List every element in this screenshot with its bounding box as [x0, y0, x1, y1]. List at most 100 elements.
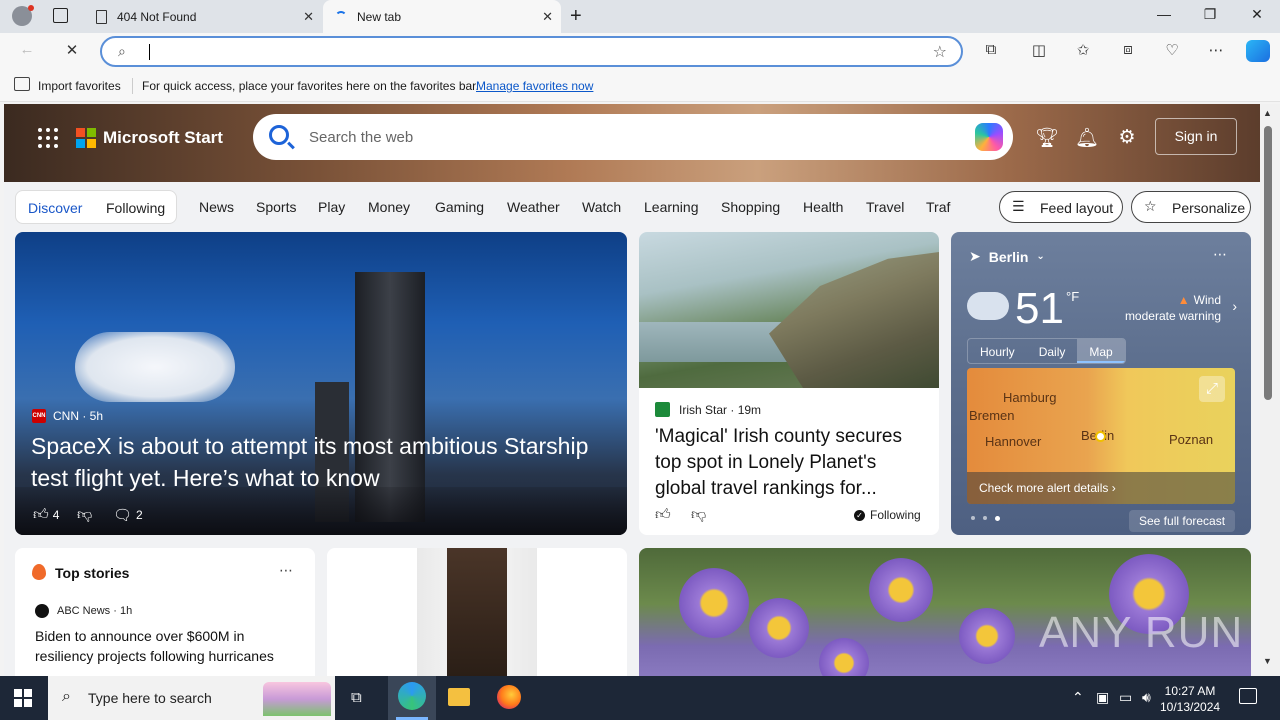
tab-strip: 404 Not Found ✕ New tab ✕ + — ❐ ✕ [0, 0, 1280, 33]
close-tab-icon[interactable]: ✕ [303, 9, 314, 25]
close-tab-icon[interactable]: ✕ [542, 9, 553, 25]
weather-card[interactable]: ➤ Berlin ⌄ ⋯ 51 °F ▲ Wind moderate warnin… [951, 232, 1251, 535]
stop-loading-icon[interactable]: ✕ [61, 41, 83, 59]
show-hidden-icons-chevron-icon[interactable]: ⌃ [1072, 689, 1084, 706]
see-full-forecast-button[interactable]: See full forecast [1129, 510, 1236, 532]
import-favorites-button[interactable]: Import favorites [38, 79, 121, 93]
article-headline[interactable]: SpaceX is about to attempt its most ambi… [31, 430, 591, 494]
volume-icon[interactable]: 🔊︎ [1142, 689, 1151, 706]
scroll-down-icon[interactable]: ▼ [1263, 656, 1272, 666]
location-selector[interactable]: ➤ Berlin ⌄ [969, 248, 1045, 265]
feed-navigation: Discover Following News Sports Play Mone… [4, 182, 1260, 232]
like-button[interactable]: 👍︎ [655, 506, 671, 524]
following-status[interactable]: ✓ Following [854, 508, 921, 522]
taskbar-search[interactable]: ⌕ Type here to search [48, 676, 335, 720]
nav-learning[interactable]: Learning [644, 199, 699, 215]
feed-layout-button[interactable]: ☰ Feed layout [999, 191, 1123, 223]
brand-title[interactable]: Microsoft Start [103, 128, 223, 148]
nav-watch[interactable]: Watch [582, 199, 621, 215]
more-menu-icon[interactable]: ⋯ [1205, 41, 1227, 59]
temperature-unit[interactable]: °F [1066, 289, 1079, 304]
nav-gaming[interactable]: Gaming [435, 199, 484, 215]
carousel-dots[interactable] [971, 516, 1000, 521]
map-label-hannover: Hannover [985, 434, 1042, 449]
tab-daily[interactable]: Daily [1027, 339, 1078, 363]
app-launcher-icon[interactable] [38, 128, 58, 148]
nav-money[interactable]: Money [368, 199, 410, 215]
tab-404-not-found[interactable]: 404 Not Found ✕ [84, 0, 322, 33]
tab-map[interactable]: Map [1077, 339, 1125, 363]
like-button[interactable]: 👍︎ 4 [33, 506, 59, 524]
system-clock[interactable]: 10:27 AM 10/13/2024 [1160, 683, 1220, 715]
nav-news[interactable]: News [199, 199, 234, 215]
notifications-bell-icon[interactable]: 🔔︎ [1074, 126, 1100, 150]
address-input[interactable] [148, 43, 908, 61]
rewards-trophy-icon[interactable]: 🏆︎ [1034, 126, 1060, 150]
settings-gear-icon[interactable]: ⚙ [1114, 126, 1140, 149]
nav-weather[interactable]: Weather [507, 199, 560, 215]
personalize-button[interactable]: ☆ Personalize [1131, 191, 1251, 223]
tab-actions-icon[interactable] [53, 8, 68, 23]
manage-favorites-link[interactable]: Manage favorites now [476, 79, 593, 93]
new-tab-icon[interactable]: + [570, 5, 582, 28]
comments-button[interactable]: 🗨︎ 2 [113, 506, 143, 524]
more-options-icon[interactable]: ⋯ [1213, 246, 1227, 263]
nav-traffic[interactable]: Traf [926, 199, 950, 215]
article-source: ABC News · 1h [35, 604, 132, 618]
notifications-icon[interactable] [1239, 688, 1257, 704]
favorite-star-icon[interactable]: ☆ [933, 42, 947, 62]
tab-title: 404 Not Found [117, 9, 197, 24]
browser-essentials-icon[interactable]: ♡ [1161, 41, 1183, 59]
collections-icon[interactable]: ⧈ [1117, 41, 1139, 58]
restore-icon[interactable]: ❐ [1198, 6, 1222, 23]
article-headline[interactable]: Biden to announce over $600M in resilien… [35, 626, 300, 666]
file-explorer-icon[interactable] [448, 688, 470, 706]
flowers-card[interactable]: ANY RUN [639, 548, 1251, 676]
nav-health[interactable]: Health [803, 199, 843, 215]
nav-sports[interactable]: Sports [256, 199, 296, 215]
expand-icon[interactable]: ⤢ [1199, 376, 1225, 402]
nav-shopping[interactable]: Shopping [721, 199, 780, 215]
chevron-right-icon[interactable]: › [1232, 298, 1237, 314]
edge-browser-icon[interactable] [398, 682, 426, 710]
alert-details-link[interactable]: Check more alert details › [967, 472, 1235, 504]
dislike-button[interactable]: 👎︎ [691, 506, 706, 524]
article-headline[interactable]: 'Magical' Irish county secures top spot … [655, 424, 930, 502]
split-screen-icon[interactable]: ◫ [1028, 41, 1050, 59]
weather-alert[interactable]: ▲ Wind moderate warning [1125, 292, 1221, 324]
scroll-up-icon[interactable]: ▲ [1263, 108, 1272, 118]
more-options-icon[interactable]: ⋯ [279, 562, 293, 579]
top-stories-card[interactable]: Top stories ⋯ ABC News · 1h Biden to ann… [15, 548, 315, 676]
web-search-box[interactable]: Search the web [253, 114, 1013, 160]
scroll-thumb[interactable] [1264, 126, 1272, 400]
sign-in-button[interactable]: Sign in [1155, 118, 1237, 155]
close-window-icon[interactable]: ✕ [1245, 6, 1269, 23]
back-icon[interactable]: ← [16, 41, 38, 58]
copilot-icon[interactable] [975, 123, 1003, 151]
map-label-poznan: Poznan [1169, 432, 1214, 447]
firefox-icon[interactable] [497, 685, 521, 709]
weather-map[interactable]: Hamburg Bremen Hannover Berlin Poznan ⤢ … [967, 368, 1235, 504]
hero-news-card[interactable]: CNN CNN · 5h SpaceX is about to attempt … [15, 232, 627, 535]
tab-hourly[interactable]: Hourly [968, 339, 1027, 363]
dislike-button[interactable]: 👎︎ [77, 506, 92, 524]
cnn-logo-icon: CNN [32, 409, 46, 423]
extensions-icon[interactable]: ⧉ [980, 41, 1002, 58]
shopping-card[interactable] [327, 548, 627, 676]
tab-discover[interactable]: Discover [28, 200, 82, 216]
nav-travel[interactable]: Travel [866, 199, 904, 215]
task-view-icon[interactable]: ⧉ [351, 689, 362, 706]
feed-toggle: Discover Following [15, 190, 177, 224]
device-icon[interactable]: ▣ [1096, 689, 1109, 706]
network-icon[interactable]: ▭ [1119, 689, 1132, 706]
favorites-icon[interactable]: ✩ [1072, 41, 1094, 59]
copilot-icon[interactable] [1246, 40, 1270, 62]
nav-play[interactable]: Play [318, 199, 345, 215]
start-windows-icon[interactable] [14, 689, 32, 707]
minimize-icon[interactable]: — [1152, 6, 1176, 22]
page-scrollbar[interactable]: ▲ ▼ [1260, 104, 1280, 676]
tab-following[interactable]: Following [106, 200, 165, 216]
address-bar[interactable]: ⌕ ☆ [100, 36, 963, 67]
news-card-irish[interactable]: Irish Star · 19m 'Magical' Irish county … [639, 232, 939, 535]
tab-new-tab[interactable]: New tab ✕ [323, 0, 561, 33]
